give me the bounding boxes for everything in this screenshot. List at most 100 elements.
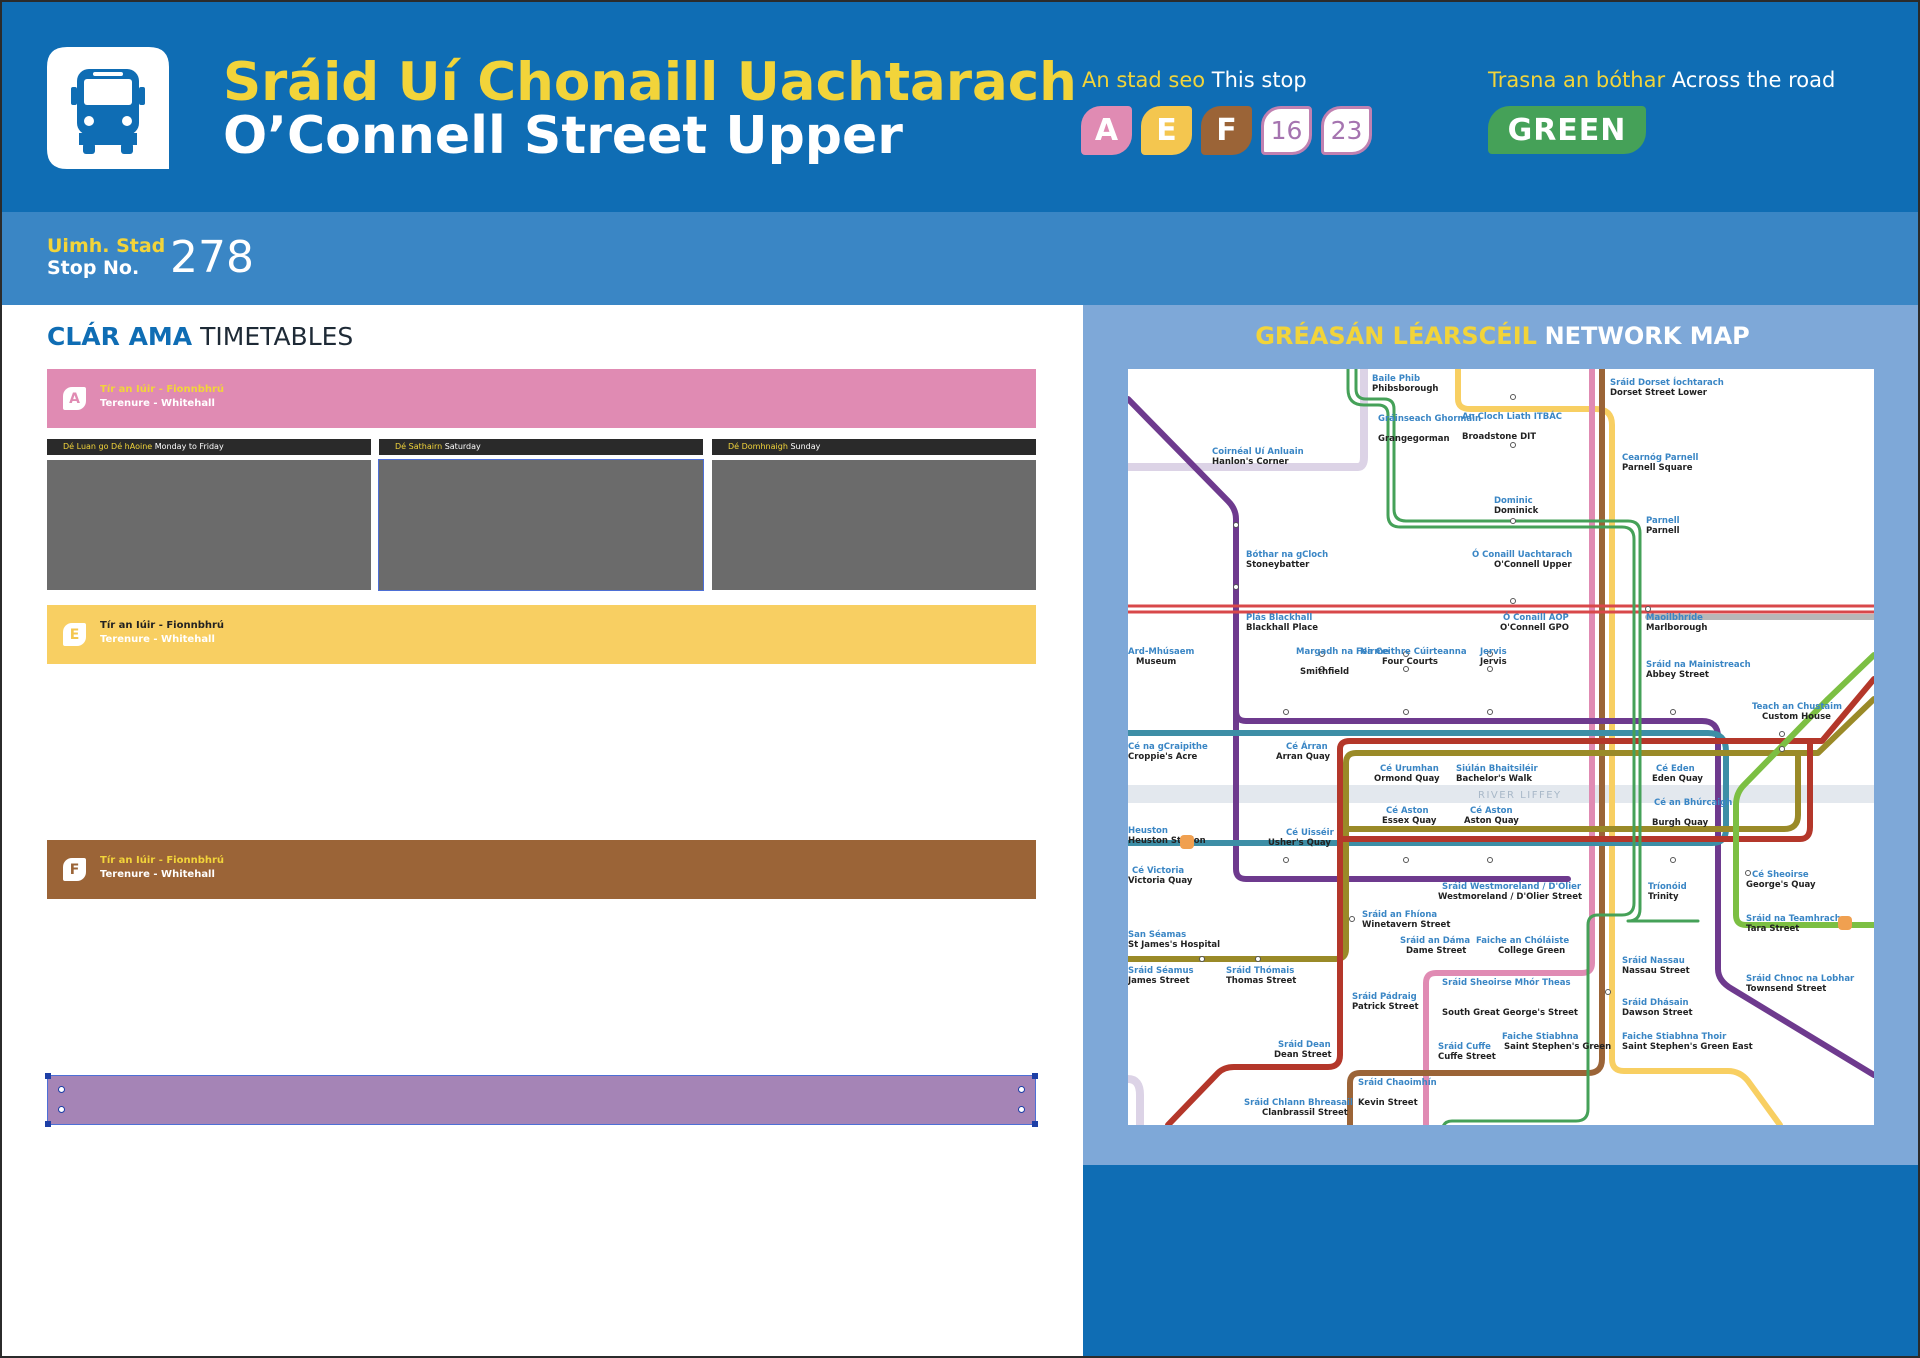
station-james-street: Sráid Séamus <box>1128 965 1194 976</box>
route-e-bar[interactable]: E Tír an Iúir - Fionnbhrú Terenure - Whi… <box>47 605 1036 664</box>
station-blackhall-place: Blackhall Place <box>1246 623 1318 633</box>
anchor-handle[interactable] <box>1018 1106 1025 1113</box>
station-phibsborough: Baile Phib <box>1372 374 1420 384</box>
station-jervis: Jervis <box>1479 647 1507 657</box>
station-south-great-georges-street: Sráid Sheoirse Mhór Theas <box>1442 977 1571 988</box>
station-essex-quay: Essex Quay <box>1382 816 1437 826</box>
route-f-badge: F <box>63 858 86 881</box>
network-map[interactable]: RIVER LIFFEY Baile Phib Phibsborough Grá… <box>1128 369 1874 1125</box>
route-16-line <box>1128 1075 1144 1125</box>
route-f-bar[interactable]: F Tír an Iúir - Fionnbhrú Terenure - Whi… <box>47 840 1036 899</box>
anchor-handle[interactable] <box>1018 1086 1025 1093</box>
station-croppies-acre: Croppie's Acre <box>1128 752 1198 762</box>
stop-number: 278 <box>170 232 254 283</box>
route-a-badge: A <box>63 387 86 410</box>
station-burgh-quay: Cé an Bhúrcaigh <box>1654 797 1732 808</box>
station-st-stephens-green-east: Saint Stephen's Green East <box>1622 1042 1753 1052</box>
station-broadstone: An Cloch Liath ITBÁC <box>1462 410 1562 422</box>
day-header-sunday: Dé Domhnaigh Sunday <box>712 439 1036 455</box>
route-badges: A E F 16 23 <box>1081 106 1372 155</box>
anchor-handle[interactable] <box>58 1086 65 1093</box>
station-blackhall-place: Plás Blackhall <box>1246 613 1312 623</box>
station-nassau-street: Nassau Street <box>1622 966 1690 976</box>
route-f-destination-irish: Tír an Iúir - Fionnbhrú <box>100 855 225 866</box>
station-bachelors-walk: Siúlán Bhaitsiléir <box>1456 763 1539 774</box>
station-st-stephens-green: Faiche Stiabhna <box>1502 1032 1579 1042</box>
station-ushers-quay: Usher's Quay <box>1268 838 1331 848</box>
station-jervis: Jervis <box>1479 657 1507 667</box>
station-dame-street: Sráid an Dáma <box>1400 936 1470 946</box>
timetable-placeholder-saturday[interactable] <box>378 459 704 591</box>
this-stop-label: An stad seo This stop <box>1082 68 1307 92</box>
timetables-title-english: TIMETABLES <box>200 322 354 351</box>
station-parnell-square: Cearnóg Parnell <box>1622 452 1699 463</box>
station-dorset-street: Sráid Dorset Íochtarach <box>1610 376 1724 388</box>
station-st-stephens-green: Saint Stephen's Green <box>1504 1042 1611 1052</box>
station-nassau-street: Sráid Nassau <box>1622 956 1685 966</box>
station-college-green: College Green <box>1498 946 1565 956</box>
day-header-saturday-english: Saturday <box>444 442 481 451</box>
timetable-placeholder-sunday[interactable] <box>712 460 1036 590</box>
station-four-courts: Na Ceithre Cúirteanna <box>1360 647 1467 657</box>
route-a-bar[interactable]: A Tír an Iúir - Fionnbhrú Terenure - Whi… <box>47 369 1036 428</box>
station-broadstone: Broadstone DIT <box>1462 432 1536 442</box>
river-label: RIVER LIFFEY <box>1478 790 1562 801</box>
station-dean-street: Dean Street <box>1274 1050 1332 1060</box>
selection-corner-handle[interactable] <box>1032 1073 1038 1079</box>
station-bachelors-walk: Bachelor's Walk <box>1456 774 1532 784</box>
station-marlborough: Maoilbhríde <box>1646 613 1703 623</box>
station-trinity: Trinity <box>1648 892 1679 902</box>
station-heuston: Heuston Station <box>1128 836 1206 846</box>
selection-corner-handle[interactable] <box>45 1073 51 1079</box>
station-ushers-quay: Cé Uisséir <box>1286 827 1335 838</box>
bus-icon <box>47 47 169 169</box>
station-abbey-street: Abbey Street <box>1646 670 1709 680</box>
network-map-graphic: RIVER LIFFEY Baile Phib Phibsborough Grá… <box>1128 369 1874 1125</box>
station-burgh-quay: Burgh Quay <box>1652 818 1709 828</box>
station-custom-house: Custom House <box>1762 712 1831 722</box>
day-header-saturday-irish: Dé Sathairn <box>395 442 443 451</box>
station-eden-quay: Cé Eden <box>1656 763 1695 774</box>
station-croppies-acre: Cé na gCraipithe <box>1128 741 1208 752</box>
station-dean-street: Sráid Dean <box>1278 1040 1331 1050</box>
across-road-label-irish: Trasna an bóthar <box>1488 68 1666 92</box>
stop-number-bar <box>2 212 1918 305</box>
station-patrick-street: Sráid Pádraig <box>1352 992 1417 1002</box>
station-kevin-street: Kevin Street <box>1358 1098 1418 1108</box>
network-map-title-english: NETWORK MAP <box>1544 322 1750 350</box>
station-dawson-street: Dawson Street <box>1622 1008 1693 1018</box>
this-stop-label-irish: An stad seo <box>1082 68 1206 92</box>
station-st-james-hospital: St James's Hospital <box>1128 940 1220 950</box>
anchor-handle[interactable] <box>58 1106 65 1113</box>
station-st-james-hospital: San Séamas <box>1128 929 1186 940</box>
station-stoneybatter: Bóthar na gCloch <box>1246 549 1328 560</box>
stop-title-english: O’Connell Street Upper <box>223 106 903 166</box>
timetable-placeholder-weekday[interactable] <box>47 460 371 590</box>
stop-number-label-english: Stop No. <box>47 257 140 279</box>
station-westmoreland: Sráid Westmoreland / D'Olier <box>1442 882 1582 892</box>
station-parnell: Parnell <box>1646 526 1680 536</box>
route-a-destination-irish: Tír an Iúir - Fionnbhrú <box>100 384 225 395</box>
selected-route-bar[interactable] <box>45 1073 1038 1127</box>
station-dominick: Dominick <box>1494 506 1539 516</box>
across-road-label-english: Across the road <box>1671 68 1836 92</box>
route-badge-a: A <box>1081 106 1132 155</box>
selection-corner-handle[interactable] <box>45 1121 51 1127</box>
station-aston-quay: Aston Quay <box>1464 816 1519 826</box>
network-map-title: GRÉASÁN LÉARSCÉIL NETWORK MAP <box>1083 322 1918 350</box>
network-map-title-irish: GRÉASÁN LÉARSCÉIL <box>1255 322 1537 350</box>
this-stop-label-english: This stop <box>1211 68 1307 92</box>
station-patrick-street: Patrick Street <box>1352 1002 1419 1012</box>
timetables-title-irish: CLÁR AMA <box>47 322 193 351</box>
day-header-weekday: Dé Luan go Dé hAoine Monday to Friday <box>47 439 371 455</box>
station-tara-street: Sráid na Teamhrach <box>1746 914 1841 924</box>
station-trinity: Tríonóid <box>1648 881 1687 892</box>
footer-band <box>1083 1165 1918 1356</box>
selection-corner-handle[interactable] <box>1032 1121 1038 1127</box>
station-clanbrassil-street: Clanbrassil Street <box>1262 1108 1348 1118</box>
route-a-destination-english: Terenure - Whitehall <box>100 398 215 409</box>
station-victoria-quay: Victoria Quay <box>1128 876 1193 886</box>
station-townsend-street: Townsend Street <box>1746 984 1826 994</box>
station-college-green: Faiche an Chóláiste <box>1476 935 1569 946</box>
stop-number-label-irish: Uimh. Stad <box>47 235 166 257</box>
